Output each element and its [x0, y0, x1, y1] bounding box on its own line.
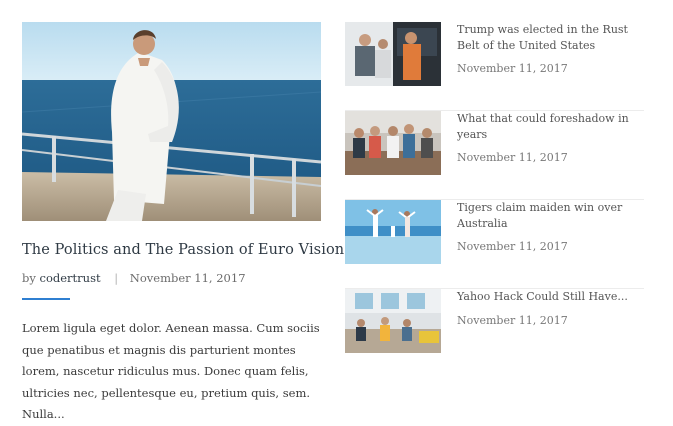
- featured-post-meta: by codertrust | November 11, 2017: [22, 270, 321, 286]
- featured-post: The Politics and The Passion of Euro Vis…: [22, 22, 352, 426]
- side-post: Trump was elected in the Rust Belt of th…: [345, 22, 644, 110]
- side-post-title[interactable]: Trump was elected in the Rust Belt of th…: [457, 22, 647, 53]
- by-label: by: [22, 271, 36, 285]
- side-post-thumbnail[interactable]: [345, 200, 441, 264]
- side-post-thumbnail[interactable]: [345, 111, 441, 175]
- side-post-title[interactable]: Yahoo Hack Could Still Have...: [457, 289, 647, 305]
- side-post-list: Trump was elected in the Rust Belt of th…: [345, 22, 644, 377]
- side-post-date: November 11, 2017: [457, 151, 568, 164]
- meta-separator: |: [114, 271, 119, 285]
- side-post-thumbnail[interactable]: [345, 22, 441, 86]
- side-post-text: Trump was elected in the Rust Belt of th…: [457, 22, 647, 76]
- side-post-title[interactable]: What that could foreshadow in years: [457, 111, 647, 142]
- side-post-date: November 11, 2017: [457, 240, 568, 253]
- side-post-text: Yahoo Hack Could Still Have... November …: [457, 289, 647, 328]
- featured-post-title[interactable]: The Politics and The Passion of Euro Vis…: [22, 240, 352, 260]
- side-post: Tigers claim maiden win over Australia N…: [345, 199, 644, 288]
- side-post-date: November 11, 2017: [457, 313, 568, 327]
- author-link[interactable]: codertrust: [40, 271, 101, 285]
- side-post-text: Tigers claim maiden win over Australia N…: [457, 200, 647, 254]
- post-date: November 11, 2017: [129, 271, 246, 285]
- featured-post-image[interactable]: [22, 22, 321, 221]
- side-post-date: November 11, 2017: [457, 62, 568, 75]
- side-post-title[interactable]: Tigers claim maiden win over Australia: [457, 200, 647, 231]
- accent-divider: [22, 298, 70, 300]
- side-post: What that could foreshadow in years Nove…: [345, 110, 644, 199]
- side-post-thumbnail[interactable]: [345, 289, 441, 353]
- side-post: Yahoo Hack Could Still Have... November …: [345, 288, 644, 377]
- side-post-text: What that could foreshadow in years Nove…: [457, 111, 647, 165]
- featured-post-excerpt: Lorem ligula eget dolor. Aenean massa. C…: [22, 321, 320, 421]
